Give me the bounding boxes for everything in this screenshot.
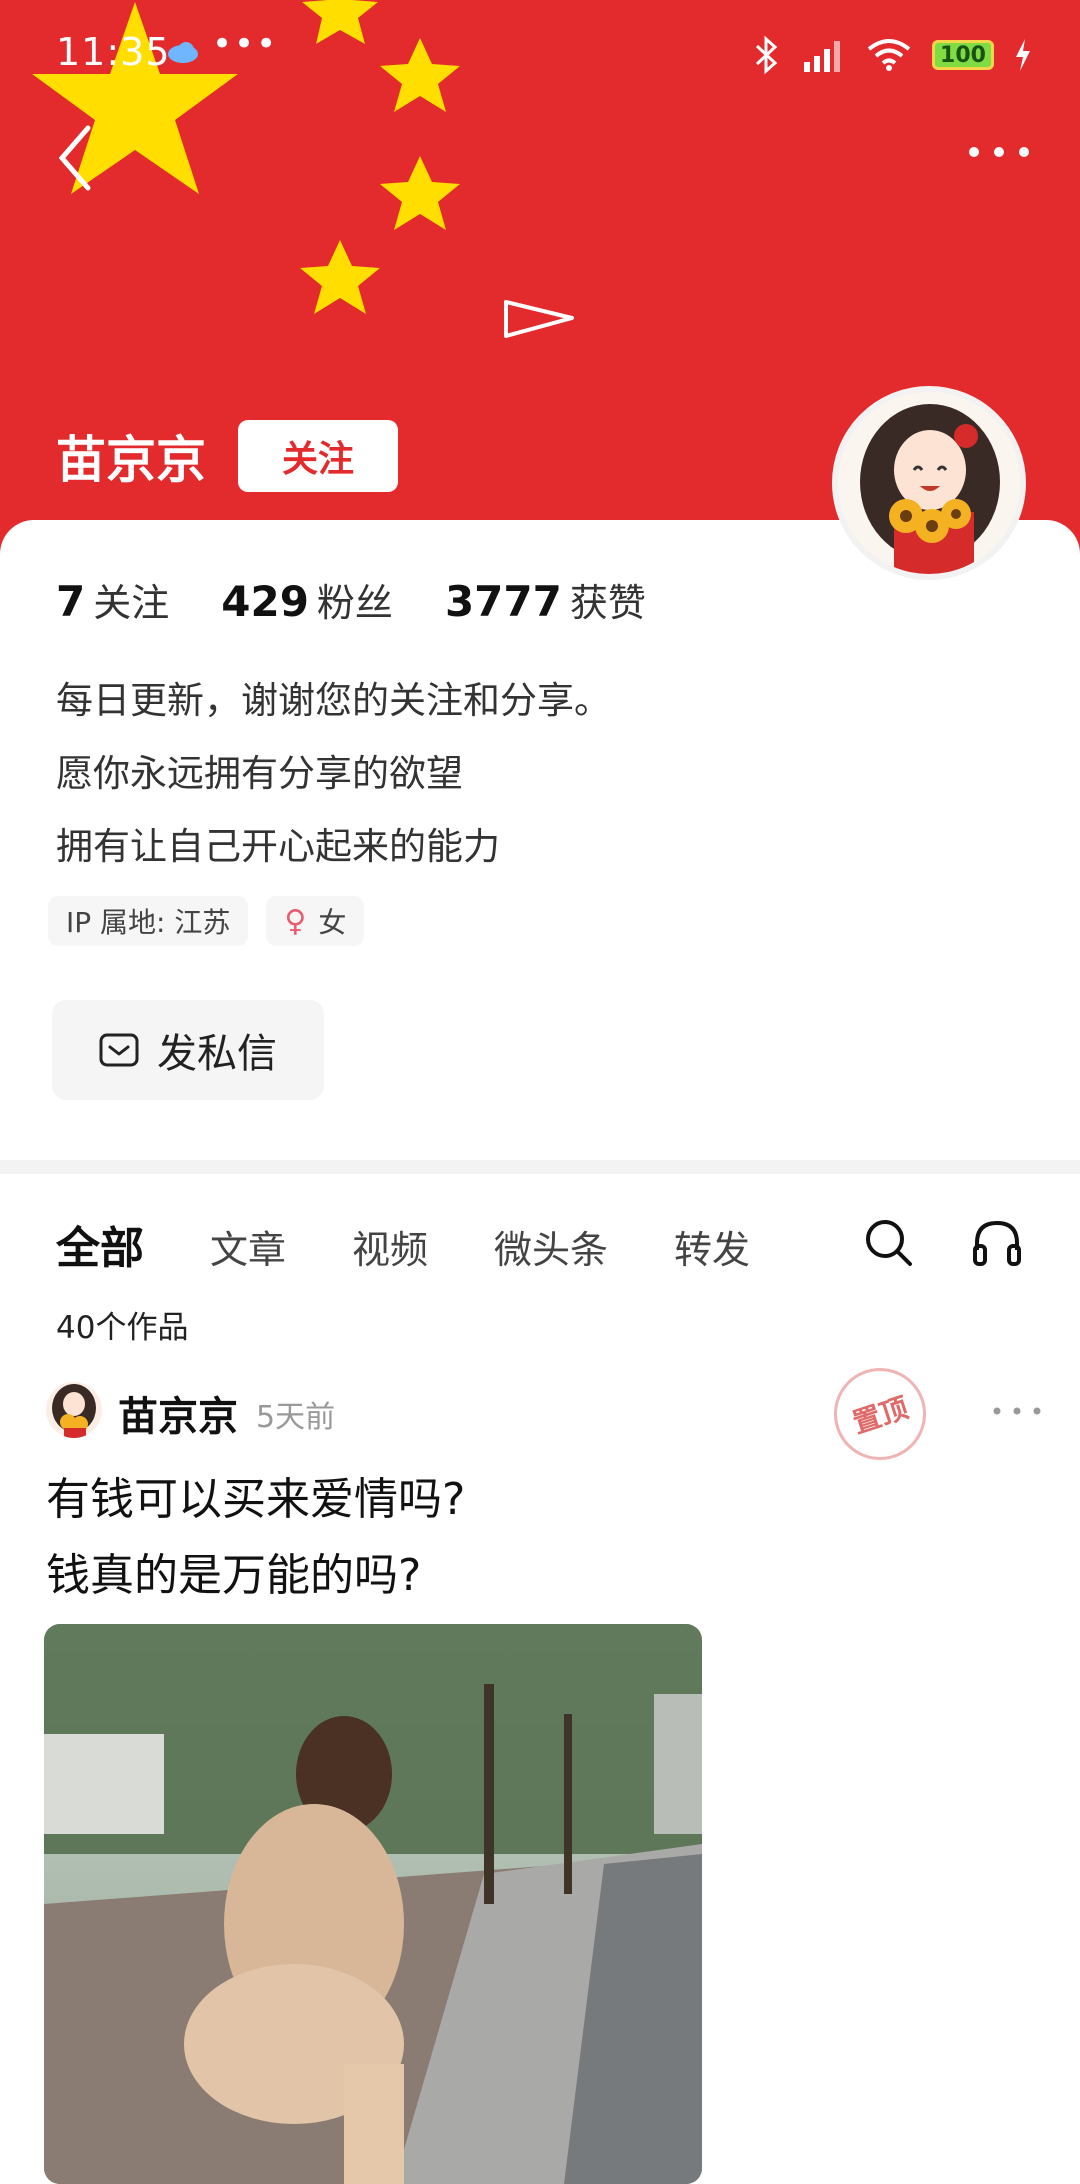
stat-count: 429 [221, 577, 309, 626]
post-text-line: 有钱可以买来爱情吗? [46, 1474, 466, 1525]
post-image[interactable] [44, 1624, 702, 2184]
post-photo [44, 1624, 702, 2184]
tab-articles[interactable]: 文章 [210, 1219, 286, 1274]
post-more-icon[interactable] [982, 1396, 1052, 1426]
ip-location-tag: IP 属地: 江苏 [48, 896, 249, 946]
post-text[interactable]: 有钱可以买来爱情吗? 钱真的是万能的吗? [46, 1462, 465, 1614]
wifi-icon [867, 39, 911, 71]
profile-name: 苗京京 [56, 431, 206, 489]
back-icon[interactable] [48, 118, 108, 198]
status-dots: ••• [212, 24, 279, 64]
tab-videos[interactable]: 视频 [352, 1219, 428, 1274]
post-text-line: 钱真的是万能的吗? [46, 1550, 422, 1601]
small-star [300, 240, 380, 314]
search-icon[interactable] [862, 1216, 916, 1270]
avatar-illustration [838, 392, 1020, 574]
profile-stats: 7 关注 429 粉丝 3777 获赞 [56, 572, 646, 627]
status-icons: 100 [754, 30, 1032, 80]
stat-following[interactable]: 7 关注 [56, 572, 169, 627]
post-time: 5天前 [256, 1400, 336, 1435]
charging-icon [1016, 39, 1030, 71]
bio-line: 每日更新，谢谢您的关注和分享。 [56, 679, 611, 722]
bio-line: 愿你永远拥有分享的欲望 [56, 752, 463, 795]
bluetooth-icon [755, 35, 778, 75]
signal-icon [804, 41, 840, 72]
stat-followers[interactable]: 429 粉丝 [221, 572, 393, 627]
message-button[interactable]: 发私信 [52, 1000, 324, 1100]
small-star [380, 156, 460, 230]
stat-label: 粉丝 [316, 581, 393, 625]
section-divider [0, 1160, 1080, 1174]
stat-count: 7 [56, 577, 86, 626]
bio-line: 拥有让自己开心起来的能力 [56, 825, 500, 868]
headphones-icon[interactable] [970, 1216, 1024, 1270]
stat-likes[interactable]: 3777 获赞 [445, 572, 646, 627]
post-avatar[interactable] [46, 1382, 102, 1438]
female-icon: ♀ [284, 903, 307, 939]
status-time: 11:35 [56, 30, 171, 74]
tab-reposts[interactable]: 转发 [674, 1219, 750, 1274]
avatar[interactable] [832, 386, 1026, 580]
cloud-icon [168, 42, 198, 63]
status-bar: 11:35 ••• 100 [0, 0, 1080, 110]
stat-count: 3777 [444, 577, 562, 626]
tab-micro-posts[interactable]: 微头条 [494, 1219, 608, 1274]
more-icon[interactable] [964, 132, 1034, 172]
stat-label: 获赞 [569, 581, 646, 625]
tab-all[interactable]: 全部 [56, 1212, 144, 1276]
content-tabs: 全部 文章 视频 微头条 转发 [56, 1212, 816, 1276]
envelope-icon [99, 1033, 139, 1067]
profile-tags: IP 属地: 江苏 ♀ 女 [48, 896, 365, 946]
post-author[interactable]: 苗京京 [118, 1384, 238, 1442]
gender-tag: ♀ 女 [266, 896, 365, 946]
gender-label: 女 [318, 906, 347, 939]
stat-label: 关注 [93, 581, 170, 625]
follow-button[interactable]: 关注 [238, 420, 398, 492]
profile-bio: 每日更新，谢谢您的关注和分享。 愿你永远拥有分享的欲望 拥有让自己开心起来的能力 [56, 664, 611, 883]
pinned-badge: 置顶 [822, 1356, 938, 1472]
battery-icon: 100 [932, 40, 994, 70]
share-icon[interactable] [500, 296, 580, 342]
post-header: 苗京京 5天前 置顶 [46, 1356, 1046, 1472]
message-button-label: 发私信 [157, 1031, 277, 1077]
post-avatar-illustration [52, 1384, 96, 1438]
works-count: 40个作品 [56, 1310, 189, 1346]
